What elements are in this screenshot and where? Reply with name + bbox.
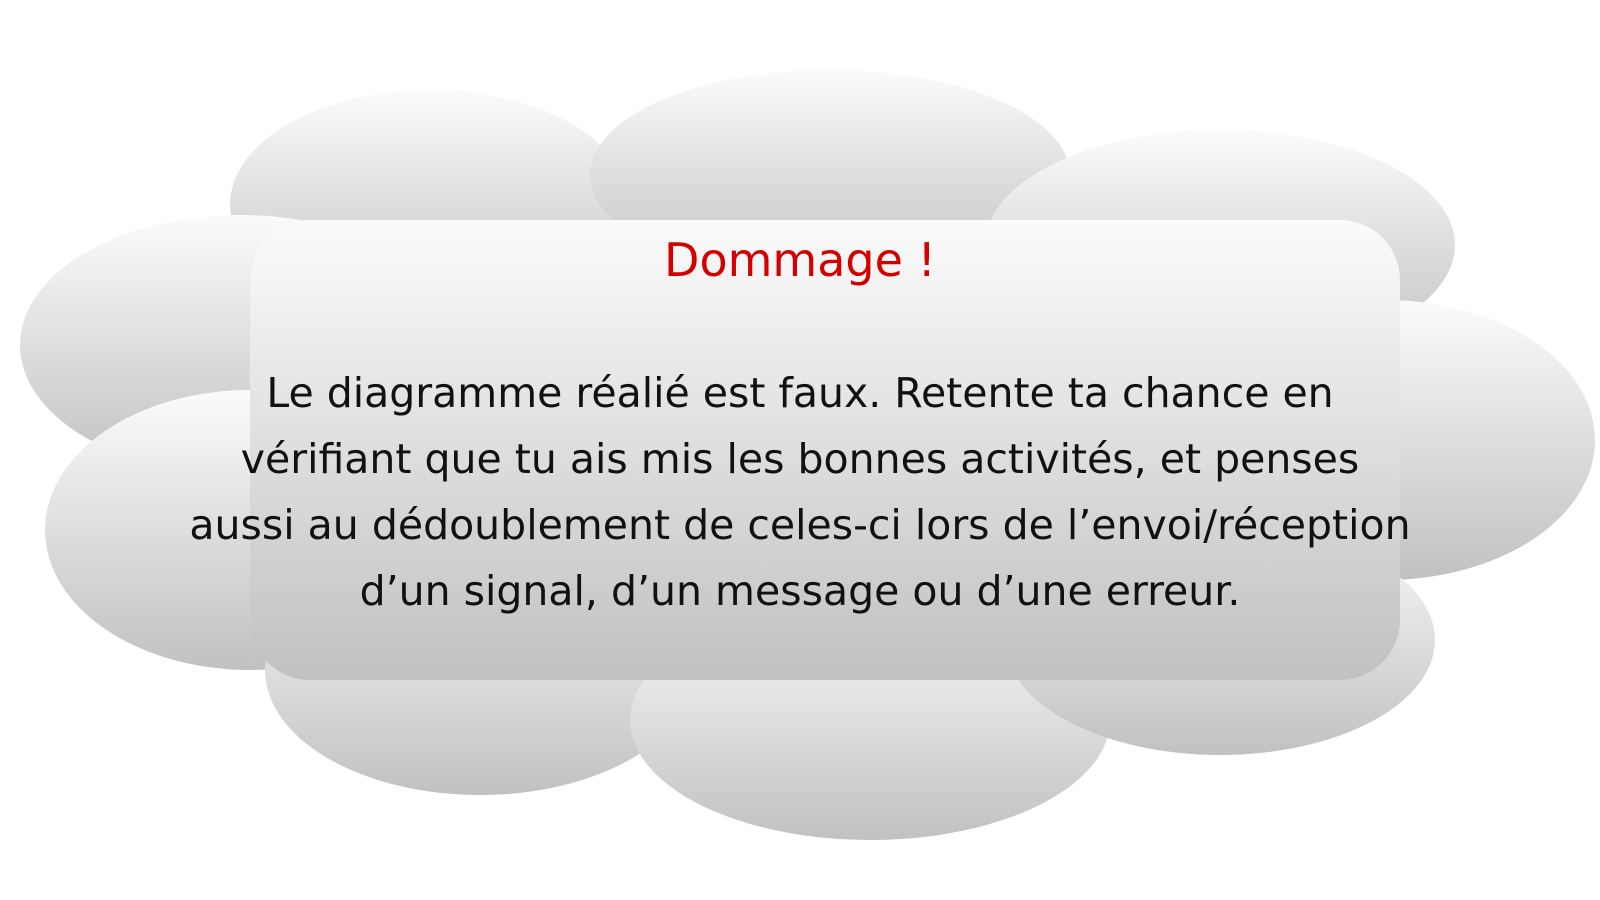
feedback-title: Dommage !	[664, 233, 936, 287]
feedback-line: d’un signal, d’un message ou d’une erreu…	[359, 567, 1241, 615]
feedback-line: vérifiant que tu ais mis les bonnes acti…	[240, 435, 1360, 483]
feedback-message: Dommage ! Le diagramme réalié est faux. …	[100, 230, 1500, 624]
feedback-body: Le diagramme réalié est faux. Retente ta…	[100, 360, 1500, 624]
feedback-screen: Dommage ! Le diagramme réalié est faux. …	[0, 0, 1600, 900]
feedback-line: Le diagramme réalié est faux. Retente ta…	[266, 369, 1334, 417]
feedback-line: aussi au dédoublement de celes-ci lors d…	[189, 501, 1411, 549]
